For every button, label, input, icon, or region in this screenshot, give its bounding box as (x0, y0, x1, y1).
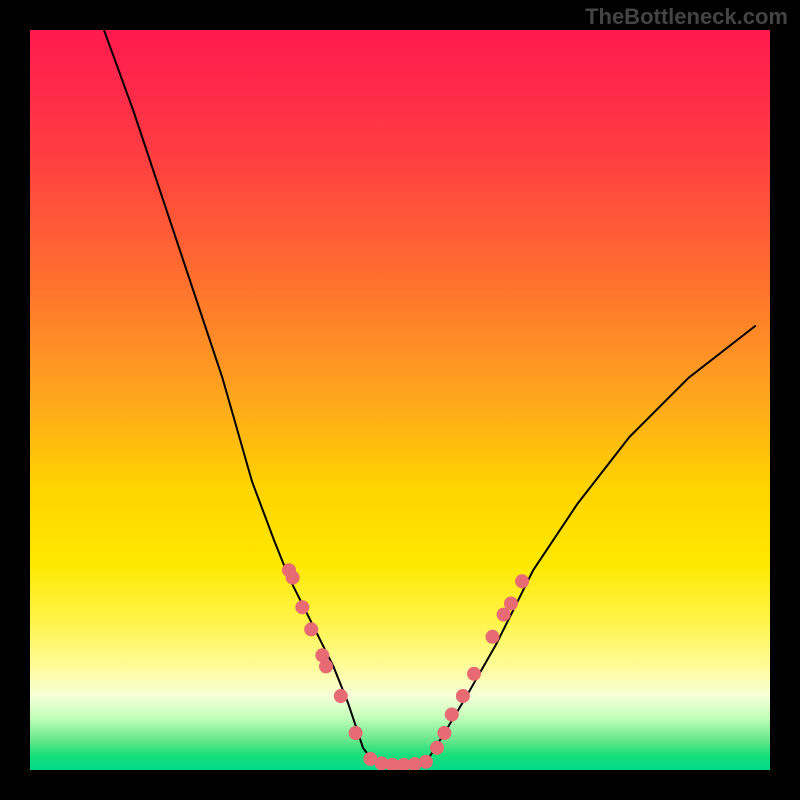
data-point (504, 597, 518, 611)
data-point (419, 755, 433, 769)
data-point (349, 726, 363, 740)
data-point (467, 667, 481, 681)
plot-area (30, 30, 770, 770)
data-point (286, 571, 300, 585)
curve-layer (30, 30, 770, 770)
data-point (319, 659, 333, 673)
data-point (430, 741, 444, 755)
data-point (304, 622, 318, 636)
data-point (515, 574, 529, 588)
data-point (437, 726, 451, 740)
v-curve-path (104, 30, 755, 766)
data-point (456, 689, 470, 703)
data-point (334, 689, 348, 703)
chart-frame: TheBottleneck.com (0, 0, 800, 800)
data-point (295, 600, 309, 614)
watermark-text: TheBottleneck.com (585, 4, 788, 30)
markers (282, 563, 529, 770)
data-point (445, 708, 459, 722)
data-point (486, 630, 500, 644)
v-curve (104, 30, 755, 766)
